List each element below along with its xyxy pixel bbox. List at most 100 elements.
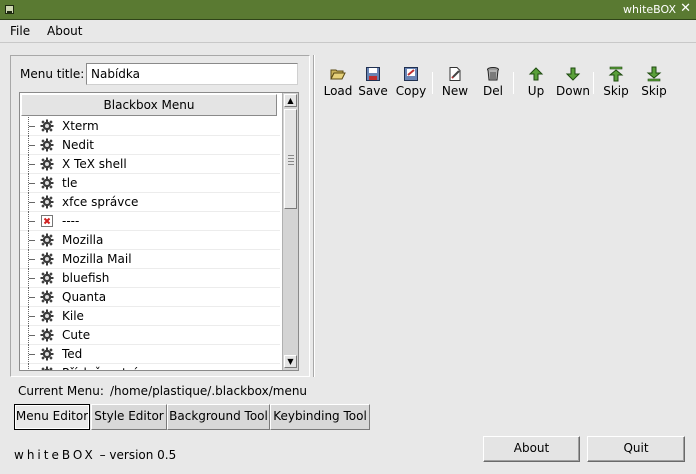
- gear-icon: [40, 252, 54, 266]
- skip-down-icon: [646, 66, 662, 82]
- tree-item[interactable]: X TeX shell: [20, 155, 280, 174]
- gear-icon: [40, 138, 54, 152]
- tree-item[interactable]: ----: [20, 212, 280, 231]
- menu-about[interactable]: About: [47, 24, 82, 38]
- tree-item-label: Kile: [62, 309, 84, 323]
- menu-tree[interactable]: Blackbox Menu Xterm Nedit X TeX shell tle xf…: [19, 92, 299, 371]
- tree-connector-tick: [29, 202, 35, 203]
- move-up-button[interactable]: Up: [517, 66, 555, 102]
- floppy-icon: [366, 67, 380, 81]
- tree-item[interactable]: Mozilla: [20, 231, 280, 250]
- arrow-down-icon: [565, 67, 581, 81]
- new-button[interactable]: New: [436, 66, 474, 102]
- tree-item-label: Příslušenství: [62, 366, 137, 370]
- tree-item-label: tle: [62, 176, 78, 190]
- tree-item-label: Quanta: [62, 290, 107, 304]
- tree-item-label: X TeX shell: [62, 157, 127, 171]
- copy-icon: [404, 67, 418, 81]
- save-button[interactable]: Save: [354, 66, 392, 102]
- tree-connector-tick: [29, 259, 35, 260]
- load-button[interactable]: Load: [319, 66, 357, 102]
- version-text: whiteBOX – version 0.5: [14, 448, 176, 462]
- brand-name: whiteBOX: [14, 448, 96, 462]
- tree-item-label: Cute: [62, 328, 91, 342]
- toolbar-separator: [593, 72, 594, 94]
- tree-item-label: Mozilla: [62, 233, 104, 247]
- tree-item-label: Mozilla Mail: [62, 252, 132, 266]
- close-icon[interactable]: ✕: [680, 2, 691, 16]
- scroll-down-arrow-icon[interactable]: ▼: [284, 355, 297, 368]
- tree-item[interactable]: Mozilla Mail: [20, 250, 280, 269]
- copy-button[interactable]: Copy: [392, 66, 430, 102]
- tree-connector-tick: [29, 316, 35, 317]
- skip-down-button[interactable]: Skip: [635, 66, 673, 102]
- tree-item[interactable]: Cute: [20, 326, 280, 345]
- toolbar-separator: [513, 72, 514, 94]
- version-label: – version 0.5: [99, 448, 177, 462]
- menu-title-label: Menu title:: [20, 67, 85, 81]
- tree-header[interactable]: Blackbox Menu: [21, 94, 277, 116]
- tree-scrollbar[interactable]: ▲ ▼: [282, 93, 298, 370]
- tree-item[interactable]: bluefish: [20, 269, 280, 288]
- folder-open-icon: [330, 69, 346, 80]
- tree-item-label: bluefish: [62, 271, 110, 285]
- gear-icon: [40, 233, 54, 247]
- tree-item[interactable]: Nedit: [20, 136, 280, 155]
- arrow-up-icon: [528, 67, 544, 81]
- window-menu-icon[interactable]: [5, 5, 14, 14]
- tree-item-label: Nedit: [62, 138, 95, 152]
- gear-icon: [40, 309, 54, 323]
- tree-connector: [28, 364, 29, 370]
- panel-divider-highlight: [314, 55, 315, 377]
- tree-connector-tick: [29, 126, 35, 127]
- about-button[interactable]: About: [483, 436, 580, 462]
- gear-icon: [40, 366, 54, 370]
- current-menu-path: /home/plastique/.blackbox/menu: [110, 384, 308, 398]
- tree-rows: Xterm Nedit X TeX shell tle xfce správce ----…: [20, 117, 280, 370]
- tab-style-editor[interactable]: Style Editor: [91, 404, 167, 430]
- tree-connector-tick: [29, 145, 35, 146]
- tab-background-tool[interactable]: Background Tool: [167, 404, 270, 430]
- gear-icon: [40, 271, 54, 285]
- tree-connector-tick: [29, 240, 35, 241]
- tree-item[interactable]: Ted: [20, 345, 280, 364]
- scroll-thumb[interactable]: [284, 109, 297, 209]
- gear-icon: [40, 195, 54, 209]
- move-down-button[interactable]: Down: [554, 66, 592, 102]
- tree-connector-tick: [29, 335, 35, 336]
- tree-connector-tick: [29, 221, 35, 222]
- tree-connector-tick: [29, 164, 35, 165]
- tree-item-label: xfce správce: [62, 195, 139, 209]
- delete-button[interactable]: Del: [474, 66, 512, 102]
- tree-item[interactable]: xfce správce: [20, 193, 280, 212]
- quit-button[interactable]: Quit: [587, 436, 685, 462]
- gear-icon: [40, 347, 54, 361]
- gear-icon: [40, 176, 54, 190]
- window-titlebar[interactable]: whiteBOX ✕: [0, 0, 696, 20]
- skip-up-button[interactable]: Skip: [597, 66, 635, 102]
- gear-icon: [40, 157, 54, 171]
- tree-connector-tick: [29, 354, 35, 355]
- menubar: File About: [0, 21, 696, 43]
- menu-title-input[interactable]: Nabídka: [86, 63, 298, 85]
- gear-icon: [40, 290, 54, 304]
- tree-item[interactable]: Xterm: [20, 117, 280, 136]
- tab-keybinding-tool[interactable]: Keybinding Tool: [270, 404, 370, 430]
- tree-connector-tick: [29, 297, 35, 298]
- tree-item[interactable]: Příslušenství: [20, 364, 280, 370]
- gear-icon: [40, 119, 54, 133]
- tree-item[interactable]: Kile: [20, 307, 280, 326]
- toolbar-separator: [432, 72, 433, 94]
- menu-file[interactable]: File: [10, 24, 30, 38]
- scroll-up-arrow-icon[interactable]: ▲: [284, 94, 297, 107]
- gear-icon: [40, 328, 54, 342]
- trash-icon: [487, 67, 499, 81]
- tree-connector-tick: [29, 278, 35, 279]
- tree-item-label: Xterm: [62, 119, 99, 133]
- tree-item[interactable]: Quanta: [20, 288, 280, 307]
- tree-item-label: ----: [62, 214, 80, 228]
- tree-item[interactable]: tle: [20, 174, 280, 193]
- tree-item-label: Ted: [62, 347, 83, 361]
- separator-icon: [40, 214, 54, 228]
- tab-menu-editor[interactable]: Menu Editor: [14, 404, 90, 430]
